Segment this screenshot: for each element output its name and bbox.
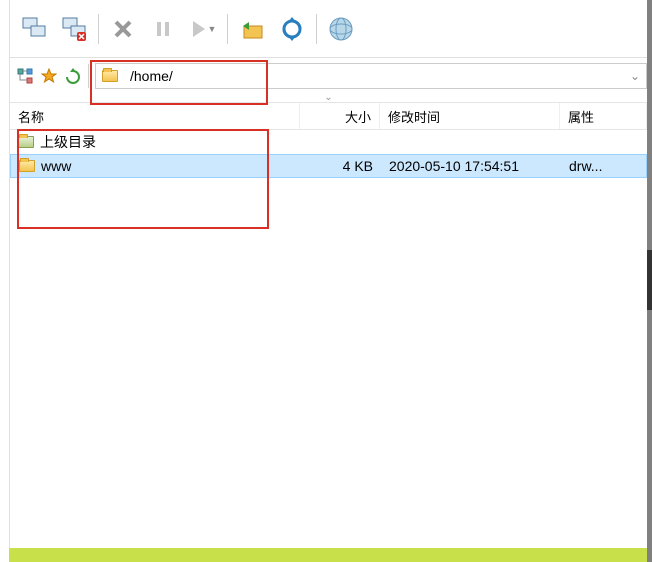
server-connect-icon[interactable]	[18, 13, 50, 45]
file-header: 名称 大小 修改时间 属性	[10, 102, 647, 130]
path-input-wrap[interactable]: ⌄	[95, 63, 647, 89]
server-disconnect-icon[interactable]	[58, 13, 90, 45]
refresh-icon[interactable]	[276, 13, 308, 45]
toolbar-separator	[316, 14, 317, 44]
folder-icon	[102, 70, 118, 82]
chevron-down-icon[interactable]: ⌄	[10, 94, 647, 102]
toolbar: ▼	[10, 0, 647, 58]
col-header-attr[interactable]: 属性	[560, 103, 647, 129]
pathbar: ⌄	[10, 58, 647, 94]
col-header-modified[interactable]: 修改时间	[380, 103, 560, 129]
file-modified: 2020-05-10 17:54:51	[381, 155, 561, 177]
chevron-down-icon[interactable]: ⌄	[630, 69, 640, 83]
folder-icon	[18, 136, 34, 148]
parent-dir-label: 上级目录	[40, 132, 96, 152]
file-name: www	[41, 158, 71, 174]
table-row[interactable]: www 4 KB 2020-05-10 17:54:51 drw...	[10, 154, 647, 178]
tree-view-icon[interactable]	[16, 67, 34, 85]
col-header-name[interactable]: 名称	[10, 103, 300, 129]
cancel-icon[interactable]	[107, 13, 139, 45]
parent-dir-row[interactable]: 上级目录	[10, 130, 647, 154]
favorite-icon[interactable]	[40, 67, 58, 85]
toolbar-separator	[98, 14, 99, 44]
file-attr: drw...	[561, 155, 646, 177]
pause-icon[interactable]	[147, 13, 179, 45]
col-header-size[interactable]: 大小	[300, 103, 380, 129]
transfer-folder-icon[interactable]	[236, 13, 268, 45]
path-input[interactable]	[130, 68, 624, 84]
play-icon[interactable]: ▼	[187, 13, 219, 45]
toolbar-separator	[227, 14, 228, 44]
back-icon[interactable]	[64, 67, 82, 85]
folder-icon	[19, 160, 35, 172]
pathbar-separator	[88, 64, 89, 88]
status-bar	[9, 548, 647, 562]
scrollbar-thumb[interactable]	[647, 250, 652, 310]
file-table: 名称 大小 修改时间 属性 上级目录 www 4 KB 20	[10, 102, 647, 178]
file-size: 4 KB	[301, 155, 381, 177]
globe-icon[interactable]	[325, 13, 357, 45]
